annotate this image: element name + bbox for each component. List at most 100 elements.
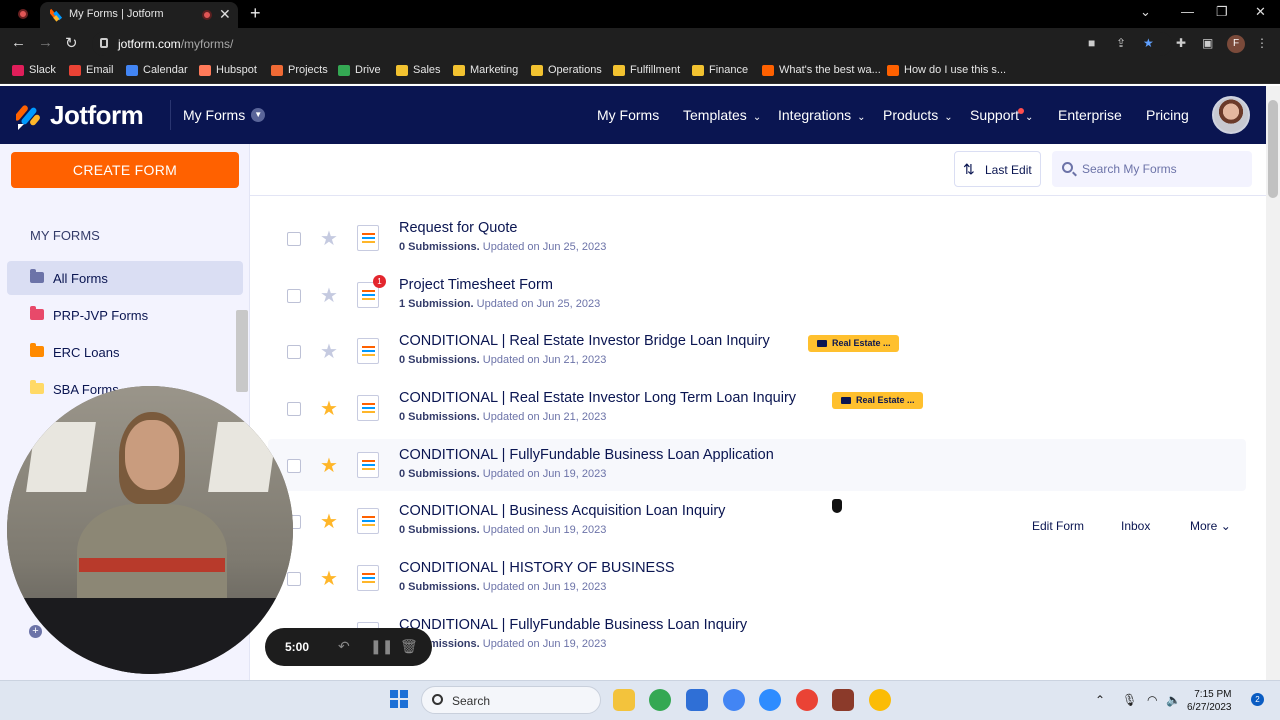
- back-icon[interactable]: ←: [11, 34, 26, 51]
- search-forms[interactable]: [1052, 151, 1252, 187]
- browser-tab[interactable]: My Forms | Jotform ✕: [40, 2, 238, 28]
- star-icon[interactable]: ★: [320, 509, 338, 534]
- bookmark-calendar[interactable]: Calendar: [126, 64, 188, 76]
- form-title[interactable]: CONDITIONAL | Real Estate Investor Bridg…: [399, 333, 770, 349]
- url-field[interactable]: jotform.com/myforms/: [92, 32, 1172, 56]
- sidebar-item-erc-loans[interactable]: ERC Loans: [7, 335, 243, 369]
- form-row[interactable]: ★ 1 Project Timesheet Form 1 Submission.…: [268, 269, 1246, 321]
- nav-templates[interactable]: Templates ⌄: [683, 107, 761, 123]
- bookmark-operations[interactable]: Operations: [531, 64, 602, 76]
- new-tab-button[interactable]: +: [250, 3, 261, 24]
- bookmark-finance[interactable]: Finance: [692, 64, 748, 76]
- form-row[interactable]: ★ CONDITIONAL | Real Estate Investor Lon…: [268, 382, 1246, 434]
- bookmark-star-icon[interactable]: ★: [1143, 36, 1154, 50]
- file-explorer-icon[interactable]: [613, 689, 635, 711]
- side-panel-icon[interactable]: ▣: [1202, 36, 1213, 50]
- inbox-button[interactable]: Inbox: [1121, 519, 1150, 533]
- nav-my-forms[interactable]: My Forms: [597, 107, 659, 123]
- form-title[interactable]: CONDITIONAL | FullyFundable Business Loa…: [399, 617, 747, 633]
- form-title[interactable]: CONDITIONAL | HISTORY OF BUSINESS: [399, 560, 675, 576]
- forward-icon[interactable]: →: [38, 34, 53, 51]
- form-title[interactable]: Project Timesheet Form: [399, 277, 553, 293]
- chrome-profile-icon[interactable]: [796, 689, 818, 711]
- row-checkbox[interactable]: [287, 345, 301, 359]
- row-checkbox[interactable]: [287, 289, 301, 303]
- nav-enterprise[interactable]: Enterprise: [1058, 107, 1122, 123]
- sidebar-item-prp-jvp-forms[interactable]: PRP-JVP Forms: [7, 298, 243, 332]
- profile-avatar[interactable]: F: [1227, 35, 1245, 53]
- bookmark-email[interactable]: Email: [69, 64, 114, 76]
- form-row[interactable]: ★ CONDITIONAL | Business Acquisition Loa…: [268, 495, 1246, 547]
- bookmark-sales[interactable]: Sales: [396, 64, 441, 76]
- bookmark-slack[interactable]: Slack: [12, 64, 56, 76]
- volume-icon[interactable]: 🔈: [1166, 693, 1181, 707]
- create-form-button[interactable]: CREATE FORM: [11, 152, 239, 188]
- camera-icon[interactable]: ■: [1088, 36, 1095, 50]
- form-row[interactable]: ★ CONDITIONAL | FullyFundable Business L…: [268, 439, 1246, 491]
- notification-badge[interactable]: 2: [1251, 693, 1264, 706]
- edit-form-button[interactable]: Edit Form: [1032, 519, 1084, 533]
- user-avatar[interactable]: [1212, 96, 1250, 134]
- mouse-cursor-icon: [832, 499, 842, 513]
- form-title[interactable]: CONDITIONAL | Real Estate Investor Long …: [399, 390, 796, 406]
- minimize-button[interactable]: —: [1181, 4, 1194, 19]
- pause-icon[interactable]: ❚❚: [370, 638, 393, 655]
- wifi-icon[interactable]: ◠: [1147, 693, 1157, 707]
- star-icon[interactable]: ★: [320, 566, 338, 591]
- sidebar-item-all-forms[interactable]: All Forms: [7, 261, 243, 295]
- bookmark-projects[interactable]: Projects: [271, 64, 328, 76]
- folder-tag[interactable]: Real Estate ...: [808, 335, 899, 352]
- row-checkbox[interactable]: [287, 232, 301, 246]
- more-button[interactable]: More ⌄: [1190, 519, 1231, 533]
- bookmark-how-do-i[interactable]: How do I use this s...: [887, 64, 1006, 76]
- bookmark-hubspot[interactable]: Hubspot: [199, 64, 257, 76]
- star-icon[interactable]: ★: [320, 226, 338, 251]
- tab-search-icon[interactable]: ⌄: [1140, 4, 1151, 20]
- trash-icon[interactable]: 🗑: [400, 638, 418, 655]
- undo-icon[interactable]: ↶: [338, 638, 350, 655]
- jotform-logo[interactable]: Jotform: [16, 100, 144, 131]
- star-icon[interactable]: ★: [320, 283, 338, 308]
- form-row[interactable]: ★ CONDITIONAL | Real Estate Investor Bri…: [268, 325, 1246, 377]
- projects-icon: [271, 64, 283, 76]
- bookmark-fulfillment[interactable]: Fulfillment: [613, 64, 680, 76]
- chrome-icon[interactable]: [649, 689, 671, 711]
- sort-button[interactable]: ⇅ Last Edit: [954, 151, 1041, 187]
- form-title[interactable]: Request for Quote: [399, 220, 518, 236]
- nav-pricing[interactable]: Pricing: [1146, 107, 1189, 123]
- nav-products[interactable]: Products ⌄: [883, 107, 953, 123]
- form-title[interactable]: CONDITIONAL | FullyFundable Business Loa…: [399, 447, 774, 463]
- page-scrollbar-thumb[interactable]: [1268, 100, 1278, 198]
- windows-start-icon[interactable]: [390, 690, 408, 708]
- bookmark-whats-the-best[interactable]: What's the best wa...: [762, 64, 881, 76]
- chrome-active-icon[interactable]: [869, 689, 891, 711]
- close-tab-icon[interactable]: ✕: [219, 6, 231, 23]
- microphone-icon[interactable]: 🎙: [1122, 693, 1137, 707]
- app-icon[interactable]: [832, 689, 854, 711]
- restore-button[interactable]: ❐: [1216, 4, 1228, 20]
- search-input[interactable]: [1082, 160, 1242, 178]
- close-window-button[interactable]: ✕: [1255, 4, 1266, 20]
- extensions-icon[interactable]: ✚: [1176, 36, 1186, 50]
- bookmark-marketing[interactable]: Marketing: [453, 64, 518, 76]
- tray-chevron-icon[interactable]: ⌃: [1095, 693, 1105, 707]
- star-icon[interactable]: ★: [320, 453, 338, 478]
- browser-menu-icon[interactable]: ⋮: [1256, 36, 1268, 50]
- star-icon[interactable]: ★: [320, 396, 338, 421]
- reload-icon[interactable]: ↻: [65, 34, 78, 52]
- star-icon[interactable]: ★: [320, 339, 338, 364]
- notepad-icon[interactable]: [686, 689, 708, 711]
- bookmark-drive[interactable]: Drive: [338, 64, 381, 76]
- chrome-profile-icon[interactable]: [723, 689, 745, 711]
- form-title[interactable]: CONDITIONAL | Business Acquisition Loan …: [399, 503, 725, 519]
- section-switcher[interactable]: My Forms ▼: [183, 107, 266, 123]
- taskbar-clock[interactable]: 7:15 PM 6/27/2023: [1187, 688, 1232, 714]
- zoom-icon[interactable]: [759, 689, 781, 711]
- form-row[interactable]: ★ CONDITIONAL | HISTORY OF BUSINESS 0 Su…: [268, 552, 1246, 604]
- folder-tag[interactable]: Real Estate ...: [832, 392, 923, 409]
- nav-integrations[interactable]: Integrations ⌄: [778, 107, 866, 123]
- sidebar-scrollbar-thumb[interactable]: [236, 310, 248, 392]
- form-row[interactable]: ★ Request for Quote 0 Submissions. Updat…: [268, 212, 1246, 264]
- share-icon[interactable]: ⇪: [1116, 36, 1126, 50]
- taskbar-search[interactable]: Search: [421, 686, 601, 714]
